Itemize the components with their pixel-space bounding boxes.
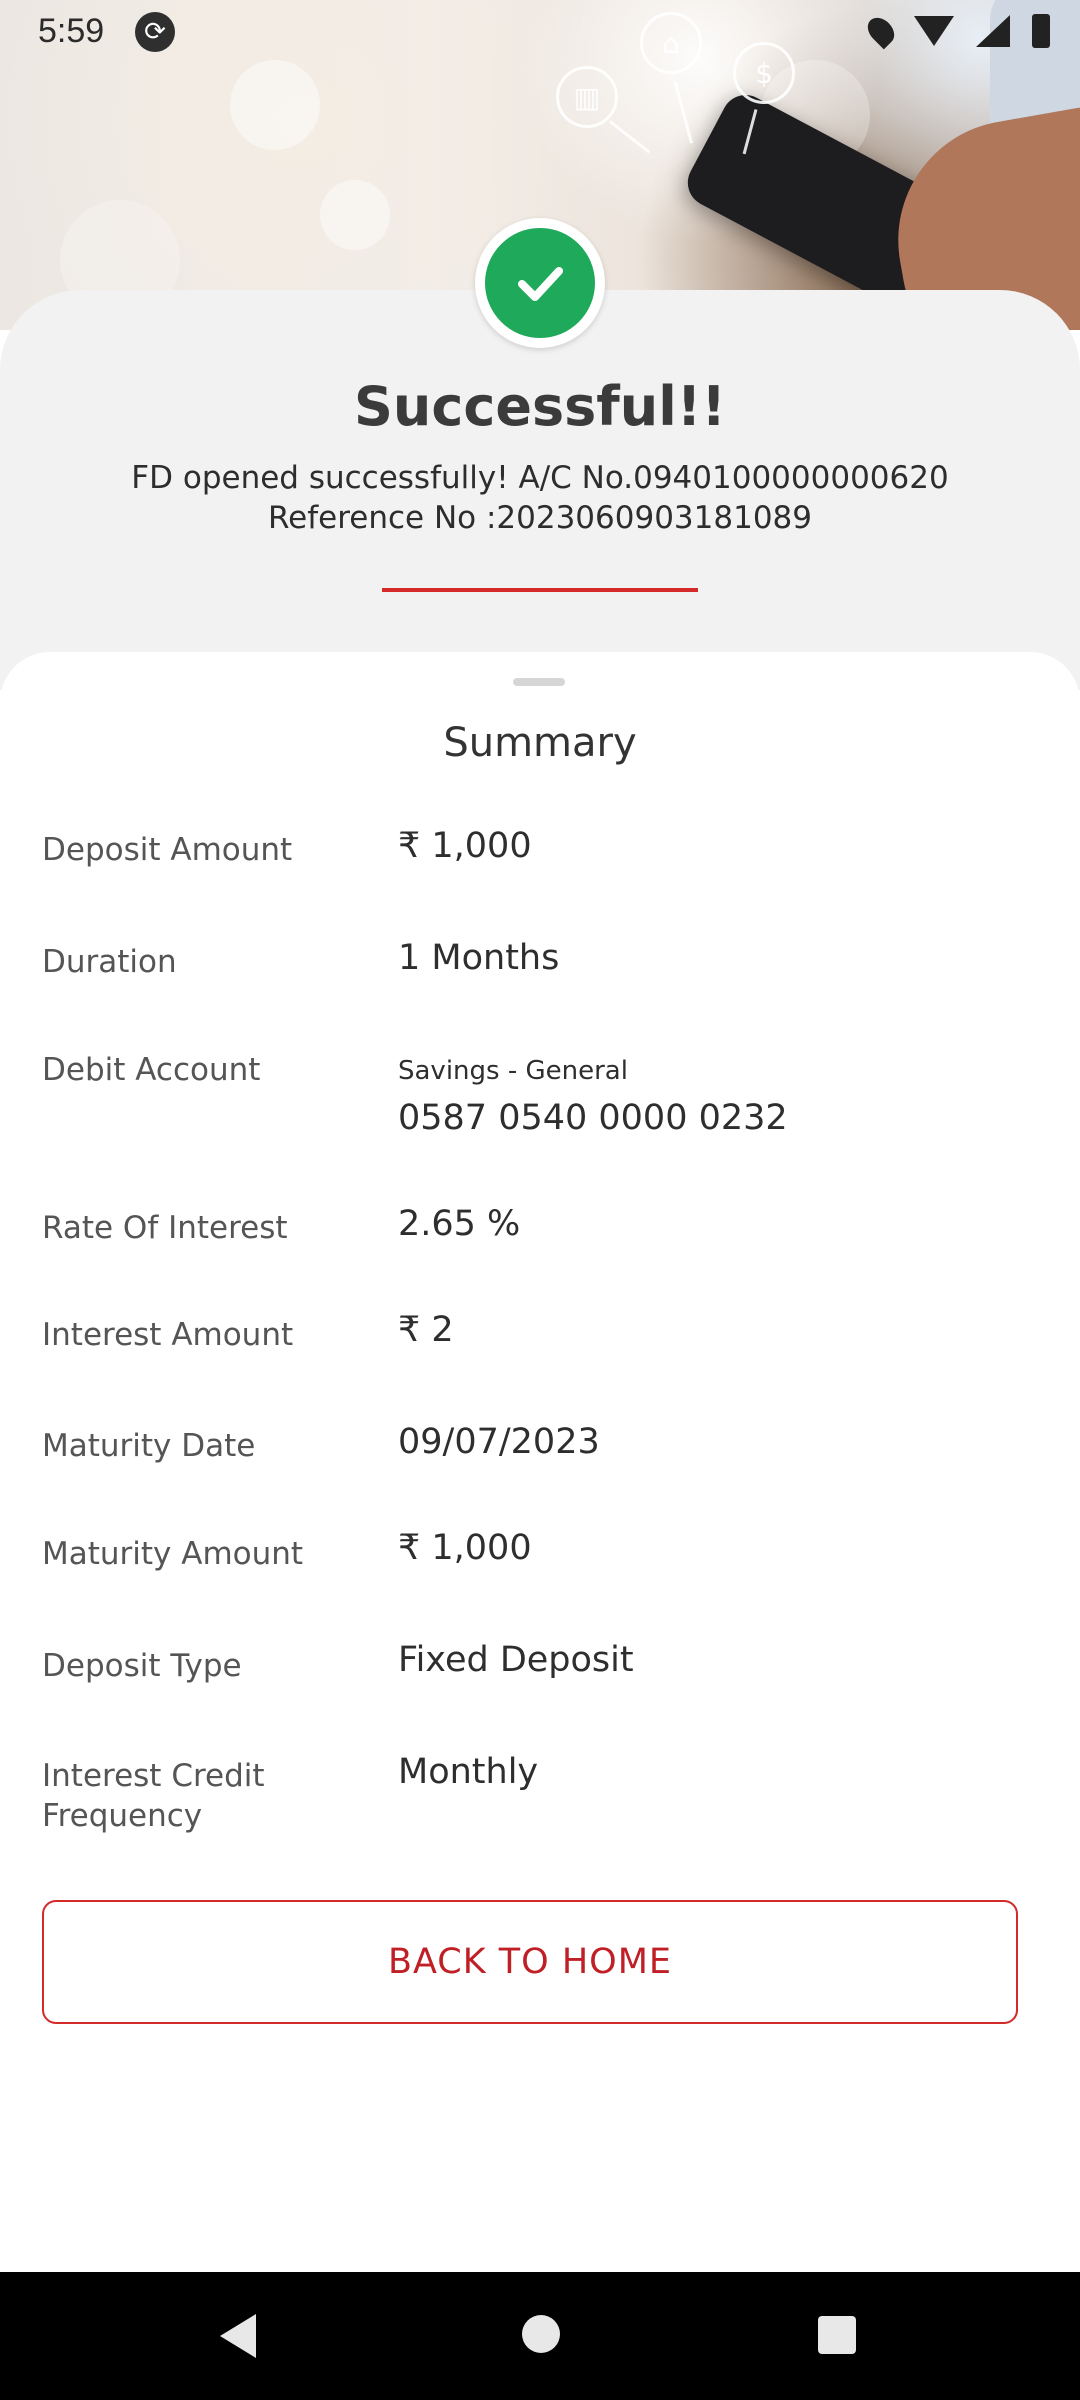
bank-icon: ▥	[556, 66, 618, 128]
result-message: FD opened successfully! A/C No.094010000…	[131, 460, 949, 496]
rate-of-interest-label: Rate Of Interest	[42, 1210, 288, 1246]
maturity-amount-value: ₹ 1,000	[398, 1528, 532, 1568]
interest-credit-frequency-value: Monthly	[398, 1752, 539, 1792]
debit-account-number: 0587 0540 0000 0232	[398, 1098, 788, 1138]
reference-number: Reference No :2023060903181089	[268, 500, 812, 536]
back-to-home-button[interactable]: BACK TO HOME	[42, 1900, 1018, 2024]
sync-icon: ⟳	[135, 12, 175, 52]
maturity-date-value: 09/07/2023	[398, 1422, 600, 1462]
deposit-type-label: Deposit Type	[42, 1648, 242, 1684]
status-time: 5:59	[38, 12, 105, 50]
maturity-date-label: Maturity Date	[42, 1428, 256, 1464]
signal-icon	[976, 15, 1010, 47]
debit-account-label: Debit Account	[42, 1052, 261, 1088]
interest-amount-label: Interest Amount	[42, 1317, 294, 1353]
deposit-amount-label: Deposit Amount	[42, 832, 293, 868]
checkmark-icon	[485, 228, 595, 338]
deposit-type-value: Fixed Deposit	[398, 1640, 634, 1680]
duration-value: 1 Months	[398, 938, 560, 978]
nav-home-icon[interactable]	[522, 2315, 560, 2353]
deposit-amount-value: ₹ 1,000	[398, 826, 532, 866]
debit-account-type: Savings - General	[398, 1056, 628, 1086]
success-badge	[475, 218, 605, 348]
nav-recents-icon[interactable]	[818, 2316, 856, 2354]
result-title: Successful!!	[354, 375, 726, 438]
interest-amount-value: ₹ 2	[398, 1310, 454, 1350]
interest-credit-frequency-label: Interest Credit Frequency	[42, 1758, 265, 1834]
duration-label: Duration	[42, 944, 177, 980]
wifi-icon	[914, 16, 954, 46]
summary-sheet: Summary Deposit Amount ₹ 1,000 Duration …	[0, 652, 1080, 2272]
drag-handle[interactable]	[513, 678, 565, 686]
summary-heading: Summary	[443, 720, 637, 766]
system-navigation-bar	[0, 2272, 1080, 2400]
status-bar: 5:59 ⟳	[0, 0, 1080, 64]
location-icon	[862, 12, 900, 50]
rate-of-interest-value: 2.65 %	[398, 1204, 521, 1244]
divider	[382, 588, 698, 592]
battery-icon	[1032, 14, 1050, 48]
nav-back-icon[interactable]	[220, 2314, 256, 2358]
maturity-amount-label: Maturity Amount	[42, 1536, 304, 1572]
